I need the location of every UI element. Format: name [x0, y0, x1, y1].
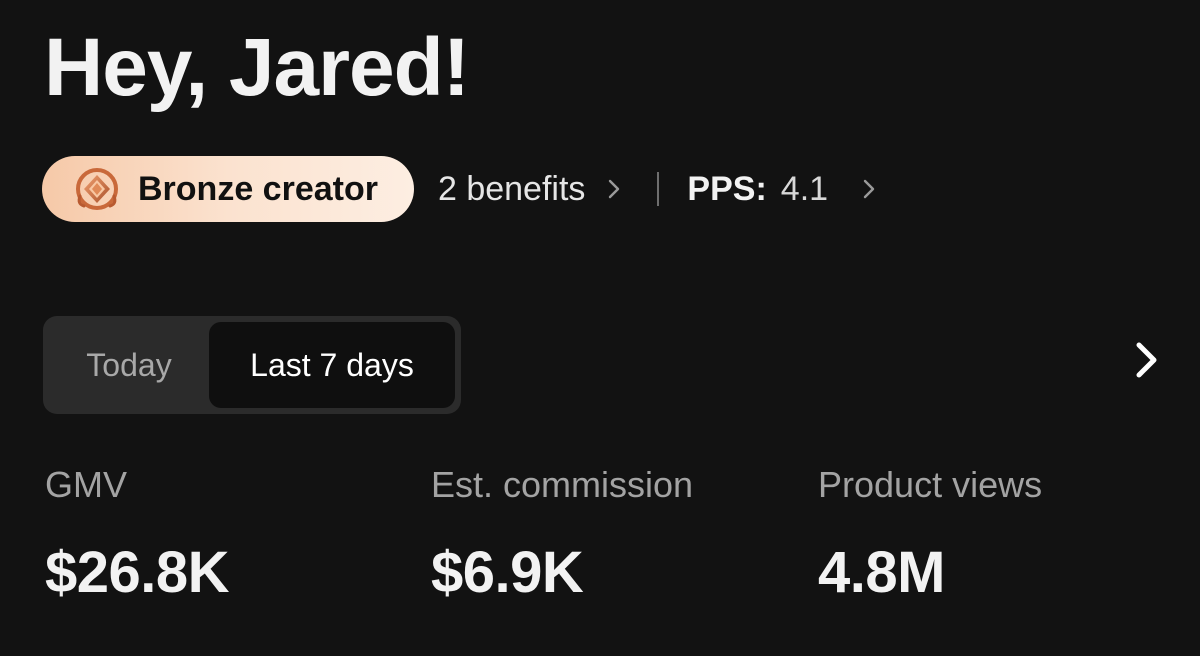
metric-est-commission: Est. commission $6.9K — [431, 462, 693, 606]
metric-value: 4.8M — [818, 540, 945, 605]
metric-value: $6.9K — [431, 540, 584, 605]
metric-gmv: GMV $26.8K — [45, 462, 230, 606]
creator-tier-badge[interactable]: Bronze creator — [42, 156, 414, 222]
date-range-today[interactable]: Today — [49, 322, 209, 408]
creator-tier-label: Bronze creator — [138, 169, 378, 208]
metrics-summary: GMV $26.8K Est. commission $6.9K Product… — [45, 462, 1165, 612]
metric-product-views: Product views 4.8M — [818, 462, 1042, 606]
benefits-label: 2 benefits — [437, 169, 586, 208]
divider — [657, 172, 660, 206]
view-details-button[interactable] — [1128, 340, 1164, 384]
chevron-right-icon — [1131, 339, 1161, 386]
pps-label: PPS: — [687, 169, 767, 208]
metric-label: Est. commission — [431, 464, 694, 505]
greeting-title: Hey, Jared! — [44, 22, 470, 113]
bronze-medal-icon — [74, 166, 120, 212]
benefits-link[interactable]: 2 benefits — [438, 170, 623, 209]
chevron-right-icon — [862, 177, 878, 201]
chevron-right-icon — [607, 177, 623, 201]
date-range-last-7-days[interactable]: Last 7 days — [209, 322, 455, 408]
pps-link[interactable]: PPS: 4.1 — [687, 170, 878, 209]
date-range-selector: Today Last 7 days — [43, 316, 461, 414]
metric-value: $26.8K — [45, 540, 230, 605]
metric-label: GMV — [45, 464, 128, 505]
pps-value: 4.1 — [780, 169, 829, 208]
metric-label: Product views — [818, 464, 1043, 505]
creator-status-row: Bronze creator 2 benefits PPS: 4.1 — [42, 156, 878, 222]
